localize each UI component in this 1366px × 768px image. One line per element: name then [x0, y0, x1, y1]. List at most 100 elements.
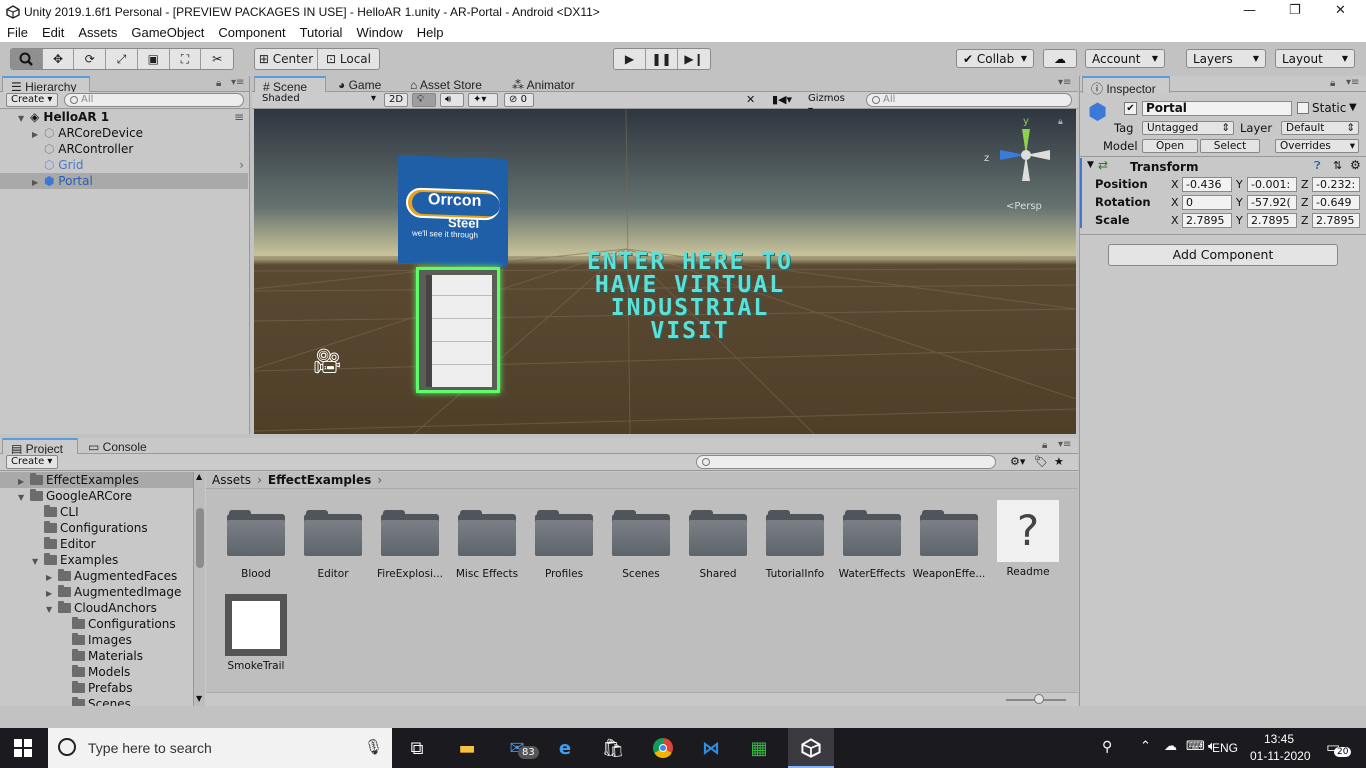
asset-readme[interactable]: ? Readme [990, 500, 1066, 578]
edge-icon[interactable]: e [552, 736, 578, 760]
lock-icon[interactable]: 🔒︎ [216, 78, 221, 89]
slider-handle[interactable] [1034, 694, 1044, 704]
asset-folder-fireexplosions[interactable]: FireExplosi... [372, 510, 448, 580]
hierarchy-create-dropdown[interactable]: Create ▾ [6, 93, 58, 107]
layers-dropdown[interactable]: Layers ▼ [1186, 49, 1266, 68]
favorite-star-icon[interactable]: ★ [1054, 455, 1064, 468]
layout-dropdown[interactable]: Layout ▼ [1275, 49, 1355, 68]
project-create-dropdown[interactable]: Create ▾ [6, 455, 58, 469]
close-window-button[interactable]: ✕ [1335, 3, 1346, 18]
active-checkbox[interactable]: ✔ [1124, 102, 1137, 115]
vscode-icon[interactable]: ⋈ [698, 736, 724, 760]
tree-scrollbar[interactable]: ▲ ▼ [193, 472, 205, 706]
rotate-tool-icon[interactable]: ⟳ [74, 49, 107, 69]
tree-item-editor[interactable]: Editor [0, 536, 96, 552]
tree-item-cli[interactable]: CLI [0, 504, 79, 520]
tools-icon[interactable]: ✕ [746, 93, 755, 106]
menu-file[interactable]: File [0, 24, 35, 40]
file-explorer-icon[interactable]: ▬ [454, 736, 480, 760]
scene-menu-icon[interactable]: ≡ [234, 109, 244, 125]
tag-dropdown[interactable]: Untagged ⇕ [1142, 121, 1234, 135]
hierarchy-item-arcoredevice[interactable]: ▶ ⬡ ARCoreDevice [0, 125, 248, 141]
scale-x-field[interactable]: 2.7895 [1182, 213, 1232, 228]
store-icon[interactable]: 🛍︎ [600, 736, 626, 760]
breadcrumb-effectexamples[interactable]: EffectExamples [268, 473, 371, 487]
menu-help[interactable]: Help [410, 24, 451, 40]
preset-icon[interactable]: ⇅ [1333, 159, 1342, 172]
expand-arrow-icon[interactable]: ▶ [32, 175, 44, 191]
pause-icon[interactable]: ❚❚ [646, 49, 678, 69]
panel-menu-icon[interactable]: ▾≡ [231, 77, 244, 88]
tab-project[interactable]: ▤ Project [2, 438, 78, 456]
tree-item-configurations[interactable]: Configurations [0, 520, 148, 536]
tree-item-prefabs[interactable]: Prefabs [0, 680, 133, 696]
tab-scene[interactable]: # Scene [254, 76, 326, 94]
minimize-button[interactable]: — [1243, 3, 1256, 18]
scene-viewport[interactable]: Orrcon Steel we'll see it through ENTER … [254, 109, 1076, 434]
tab-hierarchy[interactable]: ☰ Hierarchy [2, 76, 90, 94]
hierarchy-item-arcontroller[interactable]: ⬡ ARController [0, 141, 248, 157]
taskbar-search-box[interactable]: Type here to search 🎙︎ [48, 728, 392, 768]
breadcrumb-assets[interactable]: Assets [212, 473, 251, 487]
tree-item-effectexamples[interactable]: ▶ EffectExamples [0, 472, 193, 488]
camera-dropdown-icon[interactable]: ▮◀▾ [772, 93, 792, 106]
unity-taskbar-button[interactable] [788, 728, 834, 768]
step-icon[interactable]: ▶❙ [678, 49, 710, 69]
play-icon[interactable]: ▶ [614, 49, 646, 69]
lock-icon[interactable]: 🔒︎ [1042, 440, 1047, 451]
tab-inspector[interactable]: ⓘ Inspector [1082, 76, 1170, 96]
orientation-gizmo-icon[interactable] [982, 119, 1054, 191]
scale-tool-icon[interactable]: ⤢ [106, 49, 138, 69]
panel-menu-icon[interactable]: ▾≡ [1058, 77, 1071, 88]
microphone-icon[interactable]: 🎙︎ [364, 738, 383, 756]
rotation-z-field[interactable]: -0.649 [1312, 195, 1360, 210]
position-z-field[interactable]: -0.232: [1312, 177, 1360, 192]
layer-dropdown[interactable]: Default ⇕ [1281, 121, 1359, 135]
object-name-field[interactable]: Portal [1142, 101, 1292, 116]
tab-asset-store[interactable]: ⌂ Asset Store [402, 76, 490, 93]
scene-search-input[interactable]: All [866, 93, 1072, 107]
static-checkbox[interactable] [1297, 102, 1309, 114]
asset-folder-editor[interactable]: Editor [295, 510, 371, 580]
asset-folder-misc-effects[interactable]: Misc Effects [449, 510, 525, 580]
hierarchy-item-grid[interactable]: ⬡ Grid › [0, 157, 248, 173]
tree-item-augmentedimage[interactable]: ▶ AugmentedImage [0, 584, 181, 600]
language-indicator[interactable]: ENG [1212, 741, 1238, 755]
scroll-up-icon[interactable]: ▲ [196, 472, 202, 481]
transform-tool-icon[interactable]: ⛶ [170, 49, 202, 69]
menu-gameobject[interactable]: GameObject [124, 24, 211, 40]
chrome-icon[interactable] [650, 736, 676, 760]
scrollbar-thumb[interactable] [196, 508, 204, 568]
asset-folder-blood[interactable]: Blood [218, 510, 294, 580]
shading-mode-dropdown[interactable]: Shaded ▾ [258, 93, 378, 107]
people-icon[interactable]: ⚲ [1102, 739, 1112, 755]
rotation-y-field[interactable]: -57.92( [1247, 195, 1297, 210]
account-dropdown[interactable]: Account ▼ [1085, 49, 1165, 68]
audio-toggle-icon[interactable]: 🔊︎ [440, 93, 464, 107]
overrides-dropdown[interactable]: Overrides ▾ [1275, 139, 1359, 153]
effects-dropdown-icon[interactable]: ✦▾ [468, 93, 498, 107]
lighting-toggle-icon[interactable]: 💡︎ [412, 93, 436, 107]
persp-label[interactable]: <Persp [1006, 201, 1042, 212]
hand-tool-icon[interactable] [11, 49, 43, 69]
tree-item-augmentedfaces[interactable]: ▶ AugmentedFaces [0, 568, 177, 584]
restore-button[interactable]: ❐ [1289, 3, 1301, 18]
model-select-button[interactable]: Select [1200, 139, 1260, 153]
2d-toggle[interactable]: 2D [384, 93, 408, 107]
move-tool-icon[interactable]: ✥ [43, 49, 75, 69]
asset-folder-scenes[interactable]: Scenes [603, 510, 679, 580]
tree-item-scenes[interactable]: Scenes [0, 696, 131, 706]
clock-time[interactable]: 13:45 [1264, 732, 1294, 746]
task-view-icon[interactable]: ⧉ [404, 736, 430, 760]
filter-type-icon[interactable]: ⚙▾ [1010, 455, 1025, 468]
clock-date[interactable]: 01-11-2020 [1250, 749, 1311, 763]
position-x-field[interactable]: -0.436 [1182, 177, 1232, 192]
panel-menu-icon[interactable]: ▾≡ [1058, 439, 1071, 450]
tab-animator[interactable]: ⁂ Animator [504, 76, 583, 93]
scale-z-field[interactable]: 2.7895 [1312, 213, 1360, 228]
asset-folder-shared[interactable]: Shared [680, 510, 756, 580]
tab-console[interactable]: ▭ Console [80, 438, 155, 455]
scale-y-field[interactable]: 2.7895 [1247, 213, 1297, 228]
pivot-center-button[interactable]: ⊞ Center [255, 49, 318, 69]
tree-item-models[interactable]: Models [0, 664, 130, 680]
